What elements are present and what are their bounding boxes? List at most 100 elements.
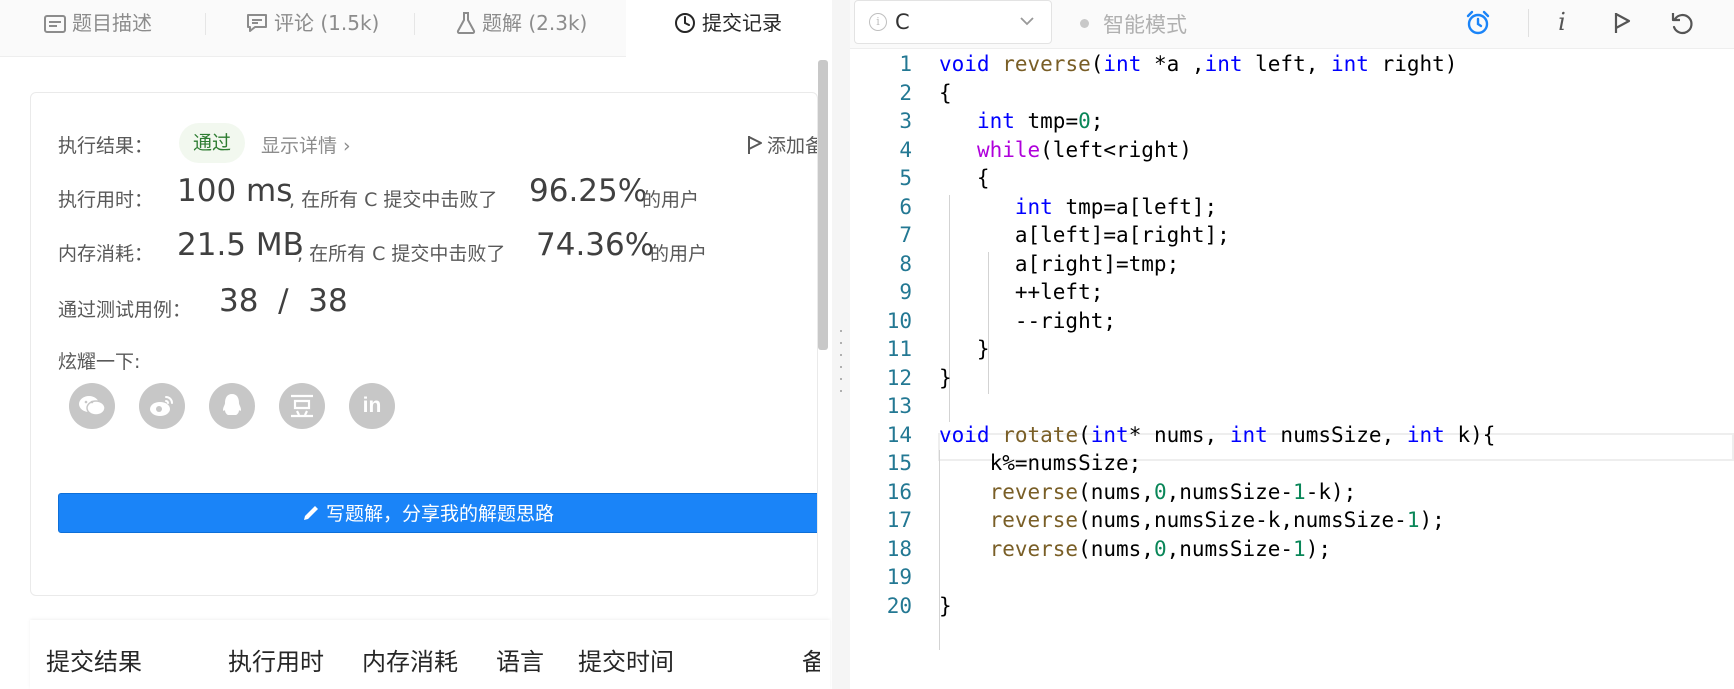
memory-percent: 74.36% [536,227,655,263]
runtime-label: 执行用时： [58,189,154,211]
write-solution-button[interactable]: 写题解，分享我的解题思路 [58,493,817,533]
col-result[interactable]: 提交结果 [46,642,142,677]
runtime-beat-text: , 在所有 C 提交中击败了 [289,189,498,211]
share-label: 炫耀一下: [58,351,141,373]
line-number: 10 [886,308,912,333]
line-number: 6 [899,194,912,219]
runtime-percent: 96.25% [529,173,648,209]
line-number: 16 [886,479,912,504]
line-number: 12 [886,365,912,390]
submissions-table-header: 提交结果 执行用时 内存消耗 语言 提交时间 备 [30,620,830,689]
tab-submissions[interactable]: 提交记录 [626,0,832,57]
splitter-grip [840,354,842,356]
description-icon [44,4,66,50]
line-number: 15 [886,451,912,475]
smart-mode-dot [1080,19,1089,28]
testcases-value: 38 / 38 [219,283,348,319]
col-memory[interactable]: 内存消耗 [362,642,458,677]
line-number: 4 [899,137,912,162]
splitter-grip [840,378,842,380]
alarm-clock-icon[interactable] [1464,9,1492,37]
line-number: 14 [886,422,912,447]
runtime-value: 100 ms [177,173,293,209]
memory-label: 内存消耗： [58,243,154,265]
code-line[interactable]: reverse(nums,0,numsSize-1-k); [939,480,1357,504]
flag-icon [747,135,763,160]
run-flag-icon[interactable] [1608,9,1636,37]
memory-beat-text: , 在所有 C 提交中击败了 [297,243,506,265]
editor-panel: i C 智能模式 i 1 2 3 4 5 6 7 8 9 10 11 12 13 14 15 16 17 18 19… [850,0,1734,689]
toolbar-divider [1528,9,1529,37]
douban-icon[interactable] [279,383,325,429]
smart-mode-label: 智能模式 [1103,13,1187,37]
language-value: C [895,10,910,34]
qq-icon[interactable] [209,383,255,429]
left-scrollbar-thumb[interactable] [818,60,828,350]
col-submit-time[interactable]: 提交时间 [578,642,674,677]
line-number: 2 [899,80,912,105]
memory-value: 21.5 MB [177,227,304,263]
info-circle-icon: i [869,13,887,31]
line-number: 7 [899,223,912,247]
code-line[interactable]: --right; [939,309,1116,333]
code-line[interactable]: { [939,166,990,190]
code-editor[interactable]: 1 2 3 4 5 6 7 8 9 10 11 12 13 14 15 16 17 18 19 20 void rev… [850,52,1734,689]
code-line[interactable]: a[right]=tmp; [939,252,1179,276]
code-line[interactable]: ++left; [939,280,1104,304]
status-badge: 通过 [179,123,246,163]
col-language[interactable]: 语言 [496,642,544,677]
line-number: 9 [899,280,912,304]
code-line[interactable]: int tmp=0; [939,109,1103,133]
col-runtime[interactable]: 执行用时 [228,642,324,677]
pane-splitter[interactable] [832,0,850,689]
linkedin-icon[interactable]: in [349,383,395,429]
clock-icon [674,4,696,50]
runtime-suffix: 的用户 [642,189,700,211]
tab-solutions-label: 题解 (2.3k) [482,11,588,35]
code-line[interactable]: int tmp=a[left]; [939,195,1217,219]
add-note-label: 添加备 [767,135,817,157]
chevron-down-icon [1019,13,1035,33]
code-line[interactable]: reverse(nums,0,numsSize-1); [939,537,1331,561]
tab-divider [205,13,206,35]
tab-submissions-label: 提交记录 [702,11,782,35]
code-line[interactable]: } [939,337,990,361]
wechat-icon[interactable] [69,383,115,429]
code-line[interactable]: a[left]=a[right]; [939,223,1230,247]
code-line[interactable]: k%=numsSize; [939,451,1142,475]
line-number: 20 [886,593,912,618]
tab-comments[interactable]: 评论 (1.5k) [246,0,379,46]
code-line[interactable]: while(left<right) [939,138,1192,162]
testcases-label: 通过测试用例： [58,299,192,321]
code-line[interactable]: } [939,366,952,390]
comment-icon [246,4,268,50]
code-line[interactable]: void rotate(int* nums, int numsSize, int… [939,423,1495,447]
result-label: 执行结果： [58,135,154,157]
tab-description[interactable]: 题目描述 [44,0,152,46]
info-icon[interactable]: i [1548,9,1576,37]
submission-panel: 题目描述 评论 (1.5k) 题解 (2.3k) 提交记录 执行结果： 通过 显… [0,0,832,689]
add-note-button[interactable]: 添加备 [747,131,817,160]
language-select[interactable]: i C [854,0,1052,44]
code-line[interactable]: reverse(nums,numsSize-k,numsSize-1); [939,508,1445,532]
memory-suffix: 的用户 [650,243,708,265]
line-number: 8 [899,251,912,276]
show-details-link[interactable]: 显示详情 › [261,131,351,158]
col-note[interactable]: 备 [802,642,820,677]
tab-solutions[interactable]: 题解 (2.3k) [456,0,587,46]
splitter-grip [840,342,842,344]
reset-icon[interactable] [1668,9,1696,37]
line-number: 5 [899,166,912,190]
code-line[interactable]: } [939,594,952,618]
line-number: 1 [899,52,912,76]
editor-toolbar: i C 智能模式 i [850,0,1734,49]
tab-description-label: 题目描述 [72,11,152,35]
tab-divider [414,13,415,35]
line-number: 13 [886,394,912,418]
code-line[interactable]: void reverse(int *a ,int left, int right… [939,52,1457,76]
splitter-grip [840,390,842,392]
code-line[interactable]: { [939,81,952,105]
smart-mode-toggle[interactable]: 智能模式 [1080,9,1187,39]
weibo-icon[interactable] [139,383,185,429]
tab-comments-label: 评论 (1.5k) [274,11,380,35]
